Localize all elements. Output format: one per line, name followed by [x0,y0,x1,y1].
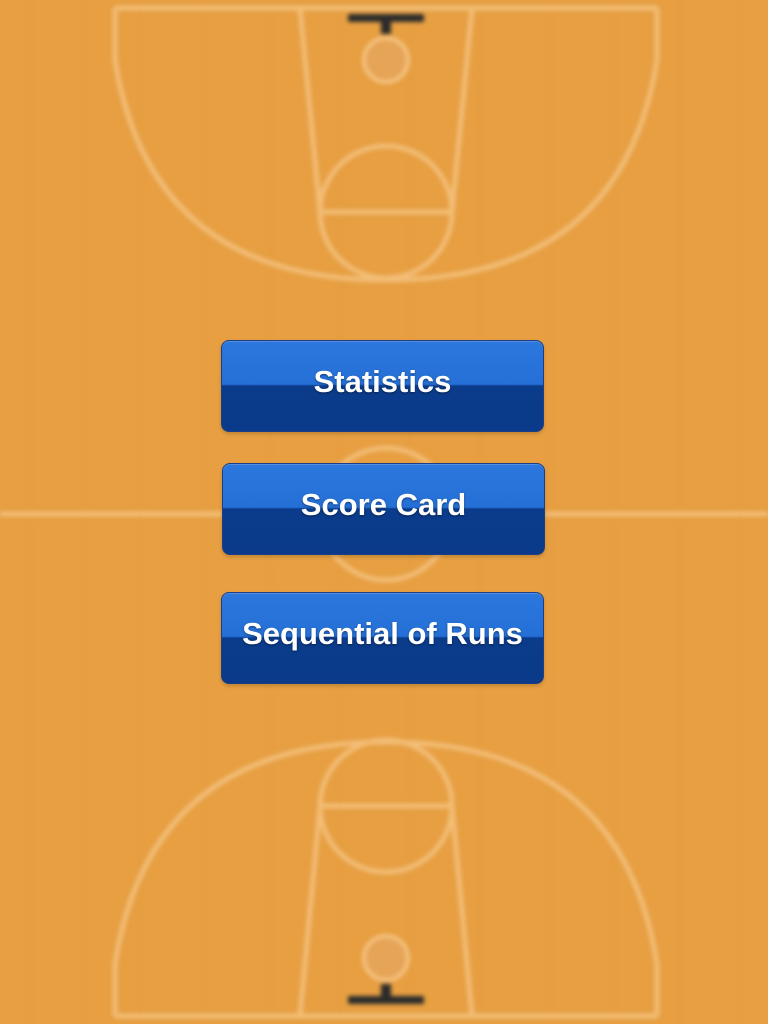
sequential-of-runs-button[interactable]: Sequential of Runs [221,592,544,684]
statistics-button-label: Statistics [313,364,452,399]
statistics-button[interactable]: Statistics [221,340,544,432]
score-card-button-label: Score Card [300,487,467,522]
top-hoop-icon [348,14,424,84]
bottom-hoop-icon [348,934,424,1004]
sequential-of-runs-button-label: Sequential of Runs [242,616,523,651]
score-card-button[interactable]: Score Card [222,463,545,555]
